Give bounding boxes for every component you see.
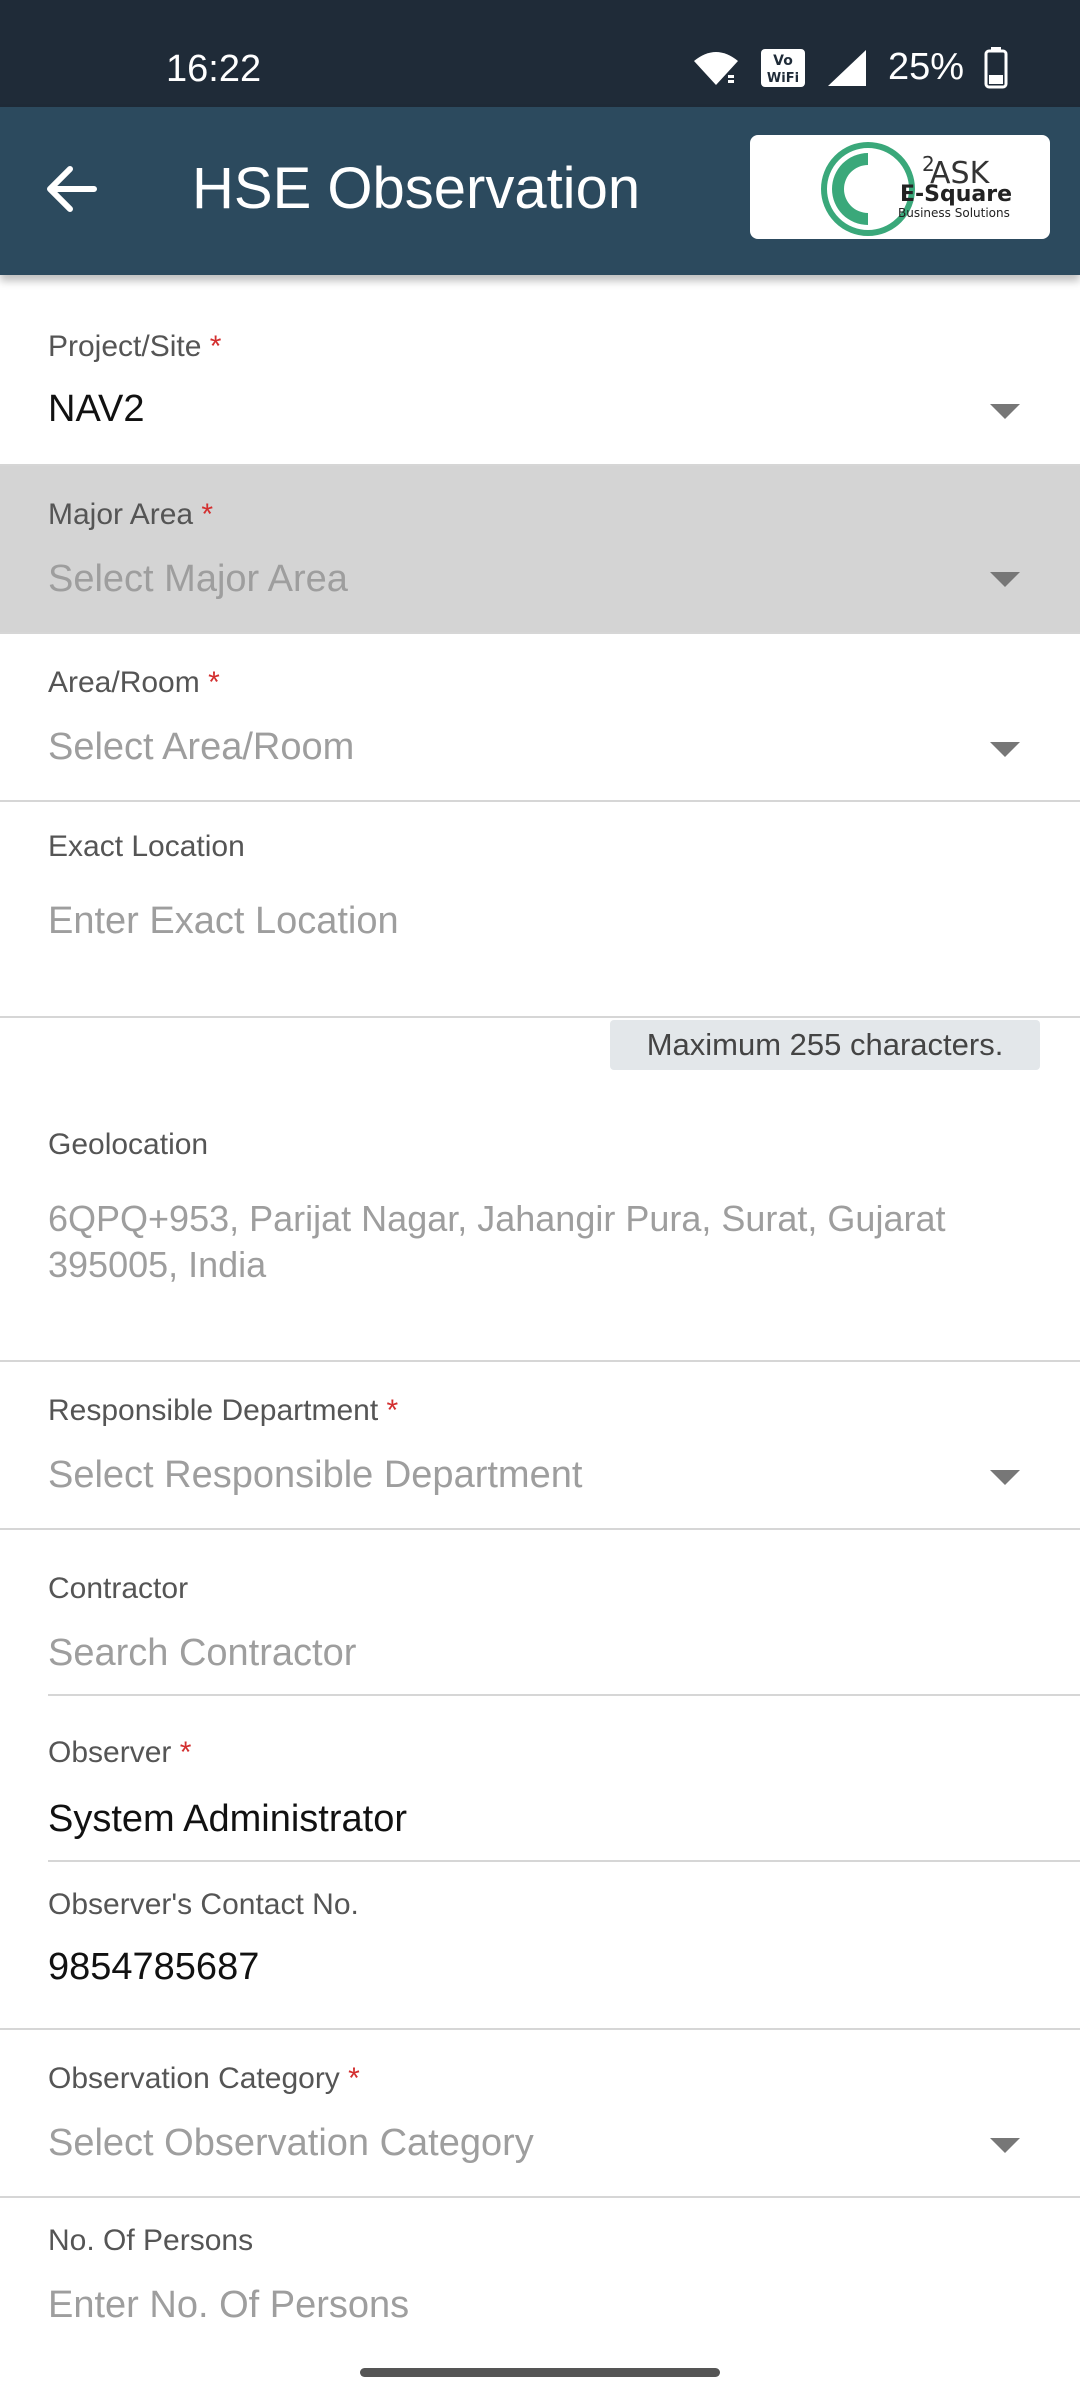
project-site-value: NAV2 [48, 388, 145, 430]
observer-value: System Administrator [48, 1798, 407, 1840]
back-button[interactable] [40, 157, 104, 221]
responsible-department-dropdown[interactable]: Responsible Department * Select Responsi… [0, 1362, 1080, 1530]
arrow-left-icon [47, 166, 97, 212]
contractor-search-input[interactable]: Search Contractor [48, 1620, 1080, 1696]
chevron-down-icon [990, 572, 1020, 587]
observation-category-label: Observation Category * [48, 2062, 360, 2095]
battery-icon [984, 46, 1008, 88]
svg-text:Vo: Vo [773, 53, 793, 69]
battery-percent: 25% [887, 46, 964, 88]
observer-field[interactable]: System Administrator [48, 1786, 1080, 1862]
observation-category-dropdown[interactable]: Observation Category * Select Observatio… [0, 2030, 1080, 2198]
exact-location-label: Exact Location [48, 830, 245, 863]
geolocation-field: Geolocation 6QPQ+953, Parijat Nagar, Jah… [0, 1100, 1080, 1362]
svg-text:E-Square: E-Square [900, 182, 1012, 207]
status-icons: Vo WiFi 25% [692, 46, 1008, 89]
no-of-persons-label: No. Of Persons [48, 2224, 254, 2257]
responsible-department-placeholder: Select Responsible Department [48, 1454, 583, 1496]
observer-contact-field[interactable]: Observer's Contact No. 9854785687 [0, 1862, 1080, 2030]
exact-location-field[interactable]: Exact Location Enter Exact Location [0, 802, 1080, 1018]
status-bar: 16:22 Vo WiFi 25% [0, 0, 1080, 107]
app-bar: HSE Observation ASK 2 E-Square Business … [0, 107, 1080, 275]
chevron-down-icon [990, 2138, 1020, 2153]
chevron-down-icon [990, 1470, 1020, 1485]
signal-icon [827, 49, 866, 86]
chevron-down-icon [990, 404, 1020, 419]
esquare-logo-icon: ASK 2 E-Square Business Solutions [821, 142, 1012, 236]
vowifi-icon: Vo WiFi [760, 48, 805, 87]
observer-label: Observer * [48, 1736, 192, 1769]
area-room-label: Area/Room * [48, 666, 220, 699]
character-limit-hint: Maximum 255 characters. [610, 1020, 1040, 1070]
major-area-label: Major Area * [48, 498, 214, 531]
chevron-down-icon [990, 742, 1020, 757]
observer-contact-label: Observer's Contact No. [48, 1888, 359, 1921]
area-room-dropdown[interactable]: Area/Room * Select Area/Room [0, 634, 1080, 802]
svg-text:2: 2 [922, 152, 935, 176]
gesture-nav-handle[interactable] [360, 2368, 720, 2377]
company-logo: ASK 2 E-Square Business Solutions [750, 135, 1050, 239]
geolocation-label: Geolocation [48, 1128, 209, 1161]
geolocation-value-line2: 395005, India [48, 1244, 267, 1285]
geolocation-value-line1: 6QPQ+953, Parijat Nagar, Jahangir Pura, … [48, 1198, 946, 1239]
project-site-dropdown[interactable]: Project/Site * NAV2 [0, 292, 1080, 466]
observer-contact-value[interactable]: 9854785687 [48, 1946, 259, 1989]
svg-text:WiFi: WiFi [767, 71, 799, 86]
major-area-placeholder: Select Major Area [48, 558, 348, 600]
status-time: 16:22 [166, 48, 262, 90]
major-area-dropdown[interactable]: Major Area * Select Major Area [0, 466, 1080, 634]
contractor-placeholder: Search Contractor [48, 1632, 357, 1674]
wifi-icon [693, 51, 738, 85]
contractor-label: Contractor [48, 1572, 189, 1605]
observation-category-placeholder: Select Observation Category [48, 2122, 534, 2164]
page-title: HSE Observation [192, 156, 641, 221]
project-site-label: Project/Site * [48, 330, 222, 363]
no-of-persons-input[interactable]: Enter No. Of Persons [48, 2284, 409, 2327]
responsible-department-label: Responsible Department * [48, 1394, 399, 1427]
svg-text:Business Solutions: Business Solutions [898, 206, 1010, 220]
exact-location-input[interactable]: Enter Exact Location [48, 900, 399, 943]
area-room-placeholder: Select Area/Room [48, 726, 355, 768]
